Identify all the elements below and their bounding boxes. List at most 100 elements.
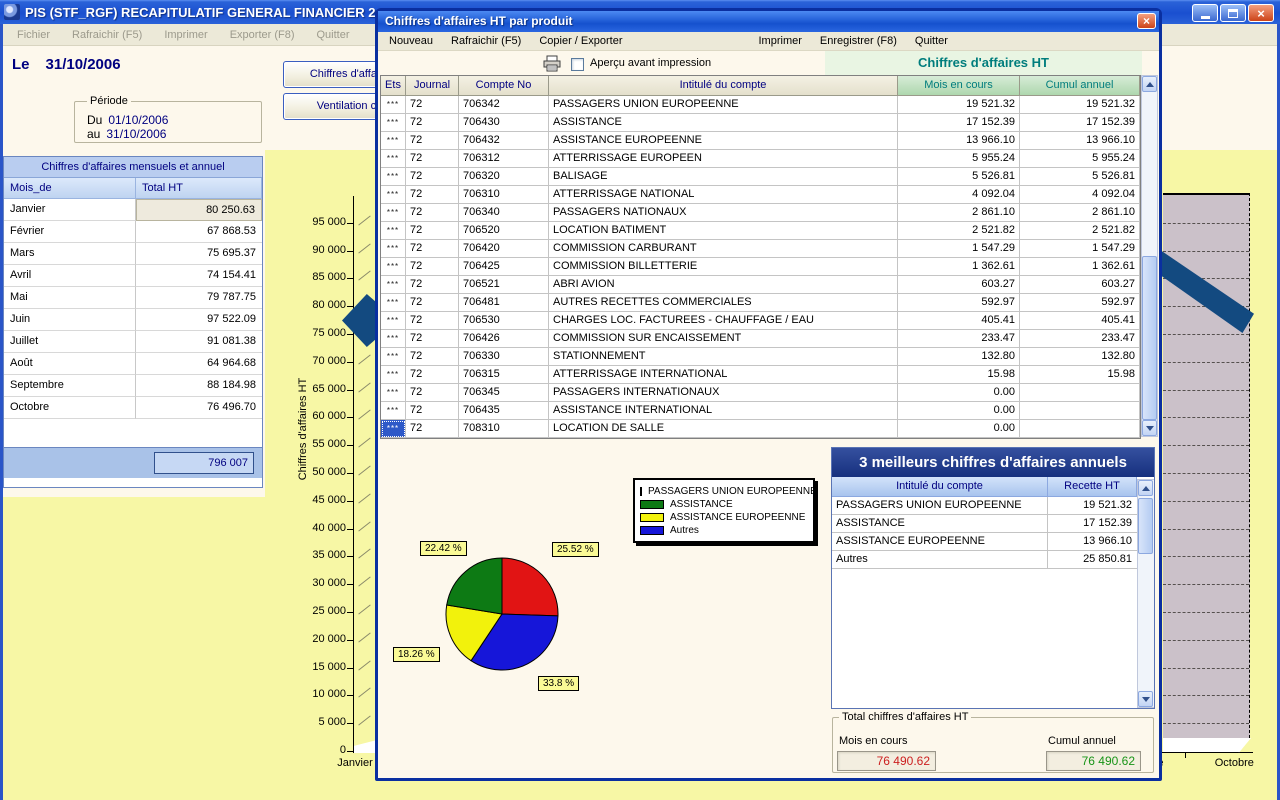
ets-cell: *** bbox=[381, 168, 406, 186]
table-row[interactable]: ***72706342PASSAGERS UNION EUROPEENNE19 … bbox=[381, 96, 1140, 114]
main-menu-item-rafraichir-f5-[interactable]: Rafraichir (F5) bbox=[61, 29, 153, 41]
printer-icon[interactable] bbox=[543, 55, 561, 72]
preview-checkbox-label: Aperçu avant impression bbox=[590, 57, 711, 69]
wall-gridline bbox=[1163, 223, 1249, 224]
compte-cell: 706520 bbox=[459, 222, 549, 240]
cumul-cell bbox=[1020, 420, 1140, 438]
intitule-cell: PASSAGERS INTERNATIONAUX bbox=[549, 384, 898, 402]
dialog-title: Chiffres d'affaires HT par produit bbox=[385, 14, 573, 28]
table-row[interactable]: ***72706340PASSAGERS NATIONAUX2 861.102 … bbox=[381, 204, 1140, 222]
au-label: au bbox=[87, 127, 100, 141]
monthly-row[interactable]: Mars75 695.37 bbox=[4, 243, 262, 265]
top3-row[interactable]: ASSISTANCE17 152.39 bbox=[832, 515, 1154, 533]
table-row[interactable]: ***72706481AUTRES RECETTES COMMERCIALES5… bbox=[381, 294, 1140, 312]
table-row[interactable]: ***72706312ATTERRISSAGE EUROPEEN5 955.24… bbox=[381, 150, 1140, 168]
monthly-value-cell: 91 081.38 bbox=[136, 331, 262, 353]
dialog-menu-item-copier-exporter[interactable]: Copier / Exporter bbox=[530, 35, 631, 47]
monthly-row[interactable]: Février67 868.53 bbox=[4, 221, 262, 243]
monthly-month-cell: Février bbox=[4, 221, 136, 243]
journal-cell: 72 bbox=[406, 330, 459, 348]
scrollbar-thumb[interactable] bbox=[1142, 256, 1157, 420]
accounts-table-scrollbar[interactable] bbox=[1141, 75, 1158, 437]
scrollbar-thumb[interactable] bbox=[1138, 498, 1153, 554]
y-tick-mark bbox=[347, 362, 353, 363]
table-row[interactable]: ***72706426COMMISSION SUR ENCAISSEMENT23… bbox=[381, 330, 1140, 348]
wall-gridline bbox=[1163, 501, 1249, 502]
monthly-row[interactable]: Avril74 154.41 bbox=[4, 265, 262, 287]
table-row[interactable]: ***72706432ASSISTANCE EUROPEENNE13 966.1… bbox=[381, 132, 1140, 150]
legend-item: ASSISTANCE EUROPEENNE bbox=[640, 511, 808, 523]
wall-gridline bbox=[1163, 334, 1249, 335]
table-row[interactable]: ***72706530CHARGES LOC. FACTUREES - CHAU… bbox=[381, 312, 1140, 330]
monthly-row[interactable]: Juin97 522.09 bbox=[4, 309, 262, 331]
minimize-button[interactable] bbox=[1192, 4, 1218, 22]
compte-cell: 706340 bbox=[459, 204, 549, 222]
preview-checkbox[interactable] bbox=[571, 58, 584, 71]
accounts-table-body: ***72706342PASSAGERS UNION EUROPEENNE19 … bbox=[381, 96, 1140, 438]
total-mois-value: 76 490.62 bbox=[837, 751, 936, 771]
ets-cell: *** bbox=[381, 276, 406, 294]
legend-label: ASSISTANCE EUROPEENNE bbox=[670, 512, 805, 523]
top3-scrollbar[interactable] bbox=[1137, 479, 1154, 708]
cumul-cell: 1 362.61 bbox=[1020, 258, 1140, 276]
monthly-month-cell: Septembre bbox=[4, 375, 136, 397]
main-window-title: PIS (STF_RGF) RECAPITULATIF GENERAL FINA… bbox=[25, 5, 390, 20]
monthly-row[interactable]: Mai79 787.75 bbox=[4, 287, 262, 309]
table-row[interactable]: ***72706520LOCATION BATIMENT2 521.822 52… bbox=[381, 222, 1140, 240]
intitule-cell: STATIONNEMENT bbox=[549, 348, 898, 366]
monthly-month-cell: Juin bbox=[4, 309, 136, 331]
main-menu-item-exporter-f8-[interactable]: Exporter (F8) bbox=[219, 29, 306, 41]
cumul-cell: 1 547.29 bbox=[1020, 240, 1140, 258]
scroll-down-icon bbox=[1146, 426, 1154, 431]
total-cumul-value: 76 490.62 bbox=[1046, 751, 1141, 771]
ets-cell: *** bbox=[381, 204, 406, 222]
ets-cell: *** bbox=[381, 186, 406, 204]
table-row[interactable]: ***72706420COMMISSION CARBURANT1 547.291… bbox=[381, 240, 1140, 258]
dialog-menu-item-enregistrer-f8-[interactable]: Enregistrer (F8) bbox=[811, 35, 906, 47]
y-tick-label: 50 000 bbox=[286, 466, 346, 478]
close-button[interactable]: × bbox=[1248, 4, 1274, 22]
dialog-menu-item-rafraichir-f5-[interactable]: Rafraichir (F5) bbox=[442, 35, 530, 47]
monthly-row[interactable]: Septembre88 184.98 bbox=[4, 375, 262, 397]
table-row[interactable]: ***72706430ASSISTANCE17 152.3917 152.39 bbox=[381, 114, 1140, 132]
table-row[interactable]: ***72706345PASSAGERS INTERNATIONAUX0.00 bbox=[381, 384, 1140, 402]
table-row[interactable]: ***72706435ASSISTANCE INTERNATIONAL0.00 bbox=[381, 402, 1140, 420]
table-row[interactable]: ***72706310ATTERRISSAGE NATIONAL4 092.04… bbox=[381, 186, 1140, 204]
table-row[interactable]: ***72706521ABRI AVION603.27603.27 bbox=[381, 276, 1140, 294]
scroll-up-button[interactable] bbox=[1142, 76, 1157, 92]
monthly-row[interactable]: Juillet91 081.38 bbox=[4, 331, 262, 353]
scroll-down-button[interactable] bbox=[1142, 420, 1157, 436]
main-menu-item-fichier[interactable]: Fichier bbox=[6, 29, 61, 41]
top3-value-cell: 17 152.39 bbox=[1048, 515, 1137, 533]
y-tick-label: 60 000 bbox=[286, 410, 346, 422]
monthly-table-header: Mois_de Total HT bbox=[4, 178, 262, 199]
table-row[interactable]: ***72708310LOCATION DE SALLE0.00 bbox=[381, 420, 1140, 438]
compte-cell: 706345 bbox=[459, 384, 549, 402]
maximize-button[interactable] bbox=[1220, 4, 1246, 22]
main-menu-item-quitter[interactable]: Quitter bbox=[306, 29, 361, 41]
monthly-row[interactable]: Janvier80 250.63 bbox=[4, 199, 262, 221]
y-tick-mark bbox=[347, 695, 353, 696]
monthly-row[interactable]: Août64 964.68 bbox=[4, 353, 262, 375]
table-row[interactable]: ***72706320BALISAGE5 526.815 526.81 bbox=[381, 168, 1140, 186]
journal-cell: 72 bbox=[406, 186, 459, 204]
monthly-row[interactable]: Octobre76 496.70 bbox=[4, 397, 262, 419]
scroll-down-button[interactable] bbox=[1138, 691, 1153, 707]
accounts-col-header: Cumul annuel bbox=[1020, 76, 1140, 96]
monthly-col-mois: Mois_de bbox=[4, 178, 136, 199]
table-row[interactable]: ***72706425COMMISSION BILLETTERIE1 362.6… bbox=[381, 258, 1140, 276]
compte-cell: 706521 bbox=[459, 276, 549, 294]
table-row[interactable]: ***72706330STATIONNEMENT132.80132.80 bbox=[381, 348, 1140, 366]
ets-cell: *** bbox=[381, 366, 406, 384]
y-tick-mark bbox=[347, 306, 353, 307]
dialog-close-button[interactable]: × bbox=[1137, 13, 1156, 29]
scroll-up-button[interactable] bbox=[1138, 480, 1153, 496]
top3-row[interactable]: Autres25 850.81 bbox=[832, 551, 1154, 569]
dialog-menu-item-nouveau[interactable]: Nouveau bbox=[380, 35, 442, 47]
top3-row[interactable]: ASSISTANCE EUROPEENNE13 966.10 bbox=[832, 533, 1154, 551]
main-menu-item-imprimer[interactable]: Imprimer bbox=[153, 29, 218, 41]
top3-row[interactable]: PASSAGERS UNION EUROPEENNE19 521.32 bbox=[832, 497, 1154, 515]
dialog-menu-item-imprimer[interactable]: Imprimer bbox=[750, 35, 811, 47]
table-row[interactable]: ***72706315ATTERRISSAGE INTERNATIONAL15.… bbox=[381, 366, 1140, 384]
dialog-menu-item-quitter[interactable]: Quitter bbox=[906, 35, 957, 47]
